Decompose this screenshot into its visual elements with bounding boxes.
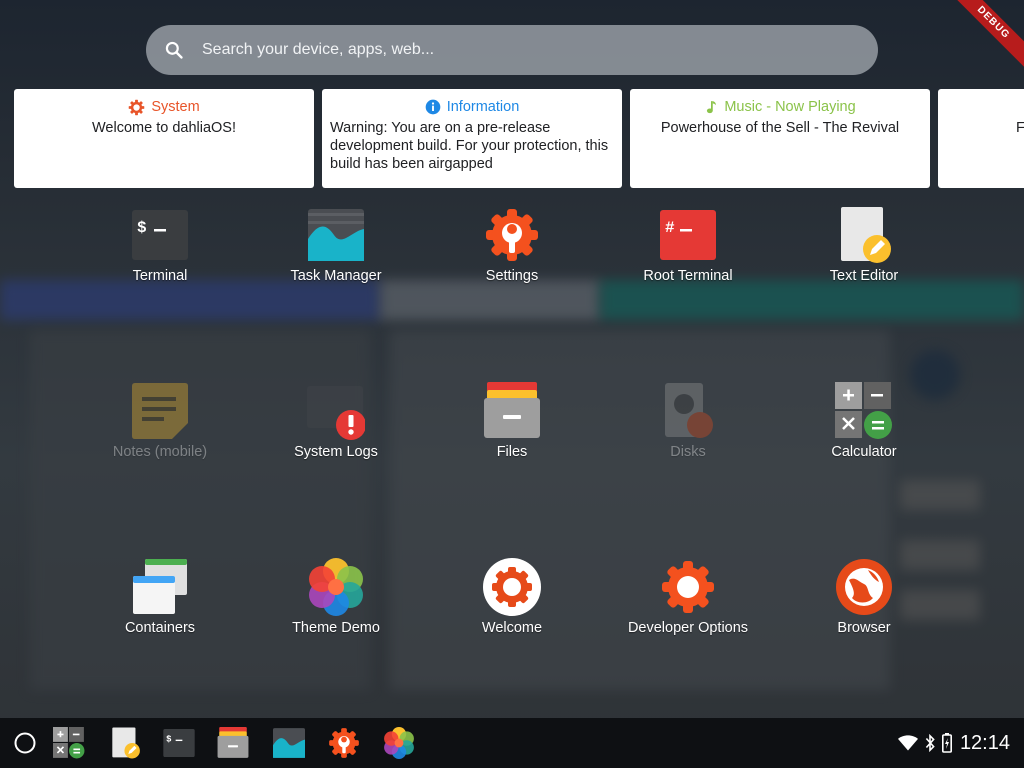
app-label: Files: [496, 444, 528, 460]
app-label: Theme Demo: [292, 620, 380, 636]
terminal-icon: $: [131, 206, 189, 264]
gear-icon: [129, 99, 145, 115]
svg-text:#: #: [665, 219, 675, 237]
app-files[interactable]: Files: [424, 382, 600, 462]
app-terminal[interactable]: $ Terminal: [72, 206, 248, 286]
app-browser[interactable]: Browser: [776, 558, 952, 638]
app-label: Welcome: [481, 620, 543, 636]
app-task-manager[interactable]: Task Manager: [248, 206, 424, 286]
app-label: Terminal: [132, 268, 188, 284]
app-root-terminal[interactable]: # Root Terminal: [600, 206, 776, 286]
developer-options-icon: [659, 558, 717, 616]
search-bar[interactable]: [146, 25, 878, 75]
taskbar-theme-demo[interactable]: [382, 726, 416, 760]
bluetooth-icon: [925, 734, 935, 752]
notification-card-partial[interactable]: F: [938, 89, 1024, 188]
music-note-icon: [707, 101, 717, 114]
wifi-icon: [897, 735, 918, 751]
taskbar-text-editor[interactable]: [108, 726, 142, 760]
app-developer-options[interactable]: Developer Options: [600, 558, 776, 638]
task-manager-icon: [273, 728, 305, 758]
notification-body: Warning: You are on a pre-release develo…: [330, 120, 609, 172]
app-settings[interactable]: Settings: [424, 206, 600, 286]
text-editor-icon: [112, 727, 140, 759]
app-theme-demo[interactable]: Theme Demo: [248, 558, 424, 638]
svg-text:$: $: [137, 219, 147, 237]
app-label: Text Editor: [829, 268, 899, 284]
notification-body: Powerhouse of the Sell - The Revival: [660, 120, 900, 136]
app-label: Disks: [670, 444, 706, 460]
theme-demo-icon: [307, 558, 365, 616]
notification-title: Information: [446, 99, 520, 115]
notes-icon: [131, 382, 189, 440]
calculator-icon: [53, 727, 85, 759]
terminal-icon: $: [163, 729, 195, 757]
app-label: Containers: [124, 620, 196, 636]
app-label: Task Manager: [290, 268, 382, 284]
app-label: Calculator: [831, 444, 897, 460]
app-disks[interactable]: Disks: [600, 382, 776, 462]
taskbar-settings[interactable]: [327, 726, 361, 760]
app-label: Root Terminal: [643, 268, 733, 284]
app-label: Browser: [837, 620, 891, 636]
taskbar-files[interactable]: [216, 726, 250, 760]
task-manager-icon: [307, 206, 365, 264]
app-containers[interactable]: Containers: [72, 558, 248, 638]
info-icon: [425, 99, 441, 115]
system-tray[interactable]: 12:14: [897, 718, 1010, 768]
app-text-editor[interactable]: Text Editor: [776, 206, 952, 286]
files-icon: [217, 727, 249, 758]
app-label: Developer Options: [627, 620, 749, 636]
app-welcome[interactable]: Welcome: [424, 558, 600, 638]
calculator-icon: [835, 382, 893, 440]
taskbar-calculator[interactable]: [52, 726, 86, 760]
theme-demo-icon: [384, 727, 414, 759]
browser-icon: [835, 558, 893, 616]
system-logs-icon: [307, 382, 365, 440]
notification-card-system[interactable]: System Welcome to dahliaOS!: [14, 89, 314, 188]
taskbar-task-manager[interactable]: [272, 726, 306, 760]
app-notes-mobile[interactable]: Notes (mobile): [72, 382, 248, 462]
taskbar-terminal[interactable]: $: [162, 726, 196, 760]
notification-body: Welcome to dahliaOS!: [92, 120, 236, 136]
app-label: Notes (mobile): [112, 444, 208, 460]
taskbar: $ 12:14: [0, 718, 1024, 768]
text-editor-icon: [835, 206, 893, 264]
root-terminal-icon: #: [659, 206, 717, 264]
settings-icon: [329, 728, 359, 758]
notification-card-music[interactable]: Music - Now Playing Powerhouse of the Se…: [630, 89, 930, 188]
launcher-button[interactable]: [8, 726, 42, 760]
launcher-icon: [14, 732, 36, 754]
containers-icon: [131, 558, 189, 616]
app-system-logs[interactable]: System Logs: [248, 382, 424, 462]
battery-icon: [941, 733, 952, 753]
search-icon: [165, 41, 183, 59]
clock[interactable]: 12:14: [960, 732, 1010, 755]
settings-icon: [483, 206, 541, 264]
search-input[interactable]: [200, 40, 804, 60]
welcome-icon: [483, 558, 541, 616]
app-calculator[interactable]: Calculator: [776, 382, 952, 462]
notification-card-information[interactable]: Information Warning: You are on a pre-re…: [322, 89, 622, 188]
app-label: System Logs: [294, 444, 378, 460]
notification-title: Music - Now Playing: [724, 99, 856, 115]
notification-title: System: [151, 99, 200, 115]
files-icon: [483, 382, 541, 440]
disks-icon: [659, 382, 717, 440]
svg-text:$: $: [166, 734, 172, 744]
app-label: Settings: [485, 268, 539, 284]
